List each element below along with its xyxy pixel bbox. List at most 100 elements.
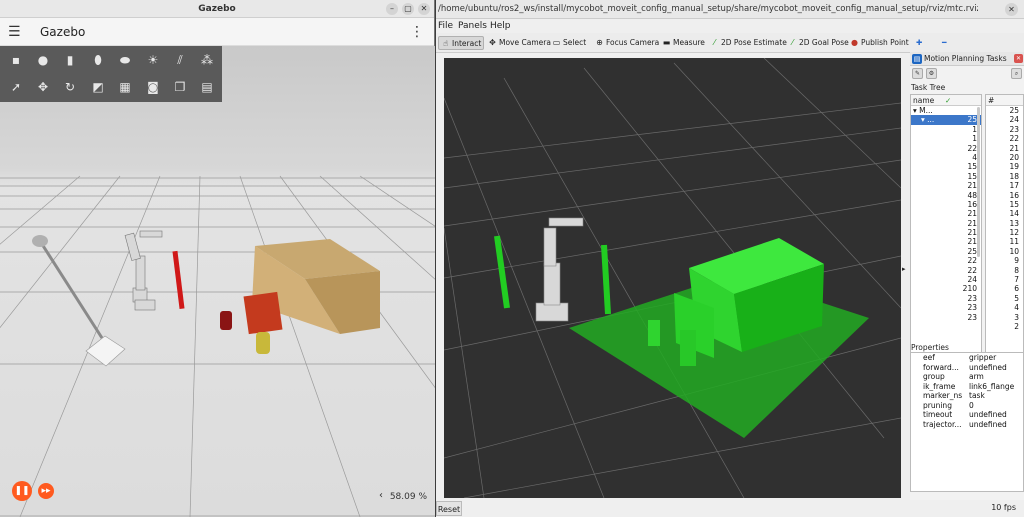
count-row: 25 [986, 106, 1023, 115]
tree-row[interactable]: 1 [911, 134, 981, 143]
property-key: forward... [923, 362, 959, 372]
box-icon[interactable]: ▪ [8, 52, 24, 68]
tree-row[interactable]: 21 [911, 237, 981, 246]
step-icon[interactable]: ▸▸ [38, 483, 54, 499]
grid-icon[interactable]: ▦ [117, 79, 133, 95]
tool-move-camera[interactable]: ✥ Move Camera [486, 36, 553, 50]
sphere-icon[interactable]: ● [35, 52, 51, 68]
count-row: 15 [986, 200, 1023, 209]
sun-icon[interactable]: ☀ [145, 52, 161, 68]
tree-row[interactable]: 21 [911, 228, 981, 237]
minimize-icon[interactable]: – [386, 3, 398, 15]
gazebo-titlebar: Gazebo – ▢ ✕ [0, 0, 434, 18]
property-row[interactable]: timeout undefined [911, 410, 1023, 420]
tool-select[interactable]: ▭ Select [550, 36, 588, 50]
menu-help[interactable]: Help [490, 19, 511, 33]
menu-panels[interactable]: Panels [458, 19, 487, 33]
close-icon[interactable]: ✕ [418, 3, 430, 15]
tree-rows: ▾ M... ▾ ... 25 1 1 22 4 15 15 21 48 16 21 21 21 21 25 22… [911, 106, 981, 322]
tree-row[interactable]: 25 [911, 247, 981, 256]
splitter-handle[interactable]: ▸ [902, 265, 906, 273]
pause-icon[interactable]: ❚❚ [12, 481, 32, 501]
hand-icon: ☝ [443, 39, 448, 48]
tool-publish-point[interactable]: ● Publish Point [848, 36, 911, 50]
directional-light-icon[interactable]: ⫽ [172, 52, 188, 68]
property-row[interactable]: ik_frame link6_flange [911, 382, 1023, 392]
tree-row[interactable]: 23 [911, 294, 981, 303]
tool-2d-goal-pose[interactable]: ⁄ 2D Goal Pose [786, 36, 851, 50]
rviz-3d-view[interactable] [444, 58, 901, 498]
menu-file[interactable]: File [438, 19, 453, 33]
cylinder-icon[interactable]: ▮ [62, 52, 78, 68]
property-row[interactable]: trajector... undefined [911, 420, 1023, 430]
tree-row[interactable]: 210 [911, 284, 981, 293]
property-row[interactable]: marker_ns task [911, 391, 1023, 401]
reset-button[interactable]: Reset [436, 501, 462, 516]
maximize-icon[interactable]: ▢ [402, 3, 414, 15]
tree-row[interactable]: 15 [911, 162, 981, 171]
properties-table[interactable]: eef gripper forward... undefined group arm ik_… [910, 352, 1024, 492]
screenshot-icon[interactable]: ◙ [145, 79, 161, 95]
camera-view-icon[interactable]: ◩ [90, 79, 106, 95]
count-value: 12 [1009, 228, 1019, 238]
tree-row[interactable]: 21 [911, 181, 981, 190]
close-icon[interactable]: ✕ [1005, 3, 1018, 16]
tree-row[interactable]: 21 [911, 219, 981, 228]
col-name: name [913, 96, 935, 105]
edit-icon[interactable]: ✎ [912, 68, 923, 79]
count-row: 14 [986, 209, 1023, 218]
count-value: 21 [1009, 143, 1019, 153]
chevron-left-icon[interactable]: ‹ [379, 490, 383, 501]
count-value: 25 [1009, 106, 1019, 115]
tree-row[interactable]: ▾ M... [911, 106, 981, 115]
rotate-icon[interactable]: ↻ [62, 79, 78, 95]
hamburger-icon[interactable]: ☰ [8, 25, 22, 39]
add-tool-icon[interactable]: ✚ [914, 36, 924, 50]
tree-row[interactable]: 24 [911, 275, 981, 284]
tool-measure[interactable]: ▬ Measure [660, 36, 707, 50]
tree-row-count: 25 [967, 246, 977, 256]
property-row[interactable]: forward... undefined [911, 363, 1023, 373]
tree-row[interactable]: 4 [911, 153, 981, 162]
count-value: 20 [1009, 152, 1019, 162]
tool-2d-pose-estimate[interactable]: ⁄ 2D Pose Estimate [708, 36, 789, 50]
task-tree-counts[interactable]: # 25 24 23 22 21 20 19 18 17 16 15 14 13 12 11 10 9 8 7 6 5 4… [985, 94, 1024, 384]
tree-row[interactable]: 22 [911, 144, 981, 153]
pin-icon: ● [851, 38, 858, 47]
task-tree[interactable]: name ✓ ▾ M... ▾ ... 25 1 1 22 4 15 15 21 48 16 21 21 2… [910, 94, 982, 384]
tree-row[interactable]: 16 [911, 200, 981, 209]
tool-focus-camera[interactable]: ⊕ Focus Camera [593, 36, 661, 50]
paste-icon[interactable]: ▤ [199, 79, 215, 95]
remove-tool-icon[interactable]: ━ [940, 36, 949, 50]
select-icon[interactable]: ➚ [8, 79, 24, 95]
tree-row[interactable]: 1 [911, 125, 981, 134]
property-row[interactable]: pruning 0 [911, 401, 1023, 411]
rviz-window: /home/ubuntu/ros2_ws/install/mycobot_mov… [436, 0, 1024, 517]
tree-row[interactable]: 23 [911, 303, 981, 312]
count-value: 18 [1009, 171, 1019, 181]
close-icon[interactable]: ✕ [1014, 54, 1023, 63]
tree-row[interactable]: 48 [911, 191, 981, 200]
tree-row[interactable]: 22 [911, 266, 981, 275]
settings-icon[interactable]: ⚙ [926, 68, 937, 79]
ellipsoid-icon[interactable]: ⬬ [117, 52, 133, 68]
tree-row[interactable]: 23 [911, 313, 981, 322]
kebab-icon[interactable]: ⋮ [410, 24, 424, 40]
gazebo-3d-viewport[interactable]: ▪ ● ▮ ⬮ ⬬ ☀ ⫽ ⁂ ➚ ✥ ↻ ◩ ▦ ◙ ❐ ▤ ❚❚ ▸▸ ‹ … [0, 46, 435, 517]
translate-icon[interactable]: ✥ [35, 79, 51, 95]
focus-icon: ⊕ [596, 38, 603, 47]
tree-row[interactable]: 22 [911, 256, 981, 265]
property-row[interactable]: group arm [911, 372, 1023, 382]
copy-icon[interactable]: ❐ [172, 79, 188, 95]
point-light-icon[interactable]: ⁂ [199, 52, 215, 68]
property-row[interactable]: eef gripper [911, 353, 1023, 363]
tree-row-count: 21 [967, 209, 977, 219]
tool-interact[interactable]: ☝ Interact [438, 36, 485, 50]
property-key: pruning [923, 400, 952, 410]
tree-row[interactable]: 15 [911, 172, 981, 181]
tree-row[interactable]: 21 [911, 209, 981, 218]
capsule-icon[interactable]: ⬮ [90, 52, 106, 68]
tree-row[interactable]: ▾ ... 25 [911, 115, 981, 125]
scrollbar[interactable] [977, 107, 980, 257]
search-icon[interactable]: ⌕ [1011, 68, 1022, 79]
